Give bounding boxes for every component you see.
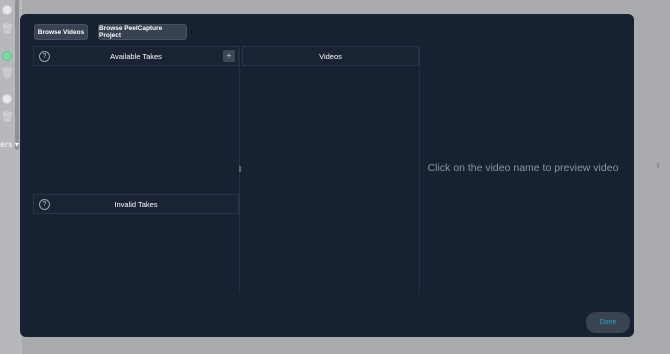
videos-header: Videos [242, 46, 419, 66]
background-app-sidebar: 🗑 🗑 🗑 ers ▾ [0, 0, 22, 354]
status-dot-green-icon [2, 51, 12, 61]
background-scrollbar[interactable] [15, 0, 19, 150]
videos-title: Videos [319, 52, 342, 61]
add-take-button[interactable]: + [223, 50, 235, 62]
trash-icon[interactable]: 🗑 [1, 24, 14, 35]
invalid-takes-title: Invalid Takes [114, 200, 158, 209]
video-preview-placeholder: Click on the video name to preview video [427, 162, 619, 174]
browse-videos-button[interactable]: Browse Videos [34, 24, 88, 40]
status-dot-icon [2, 5, 12, 15]
videos-panel: Videos [242, 46, 420, 294]
panel-resize-handle[interactable] [239, 166, 241, 172]
background-handle [657, 163, 659, 168]
available-takes-header: ? Available Takes + [33, 46, 239, 66]
available-takes-title: Available Takes [110, 52, 162, 61]
status-dot-icon [2, 94, 12, 104]
trash-icon[interactable]: 🗑 [1, 68, 14, 79]
more-dropdown[interactable]: ers ▾ [0, 140, 19, 149]
invalid-takes-header: ? Invalid Takes [33, 194, 239, 214]
browse-peelcapture-project-button[interactable]: Browse PeelCapture Project [98, 24, 187, 40]
done-button[interactable]: Done [586, 312, 630, 333]
import-takes-modal: Browse Videos Browse PeelCapture Project… [20, 14, 634, 337]
takes-panel: ? Available Takes + ? Invalid Takes [33, 46, 240, 294]
trash-icon[interactable]: 🗑 [1, 112, 14, 123]
